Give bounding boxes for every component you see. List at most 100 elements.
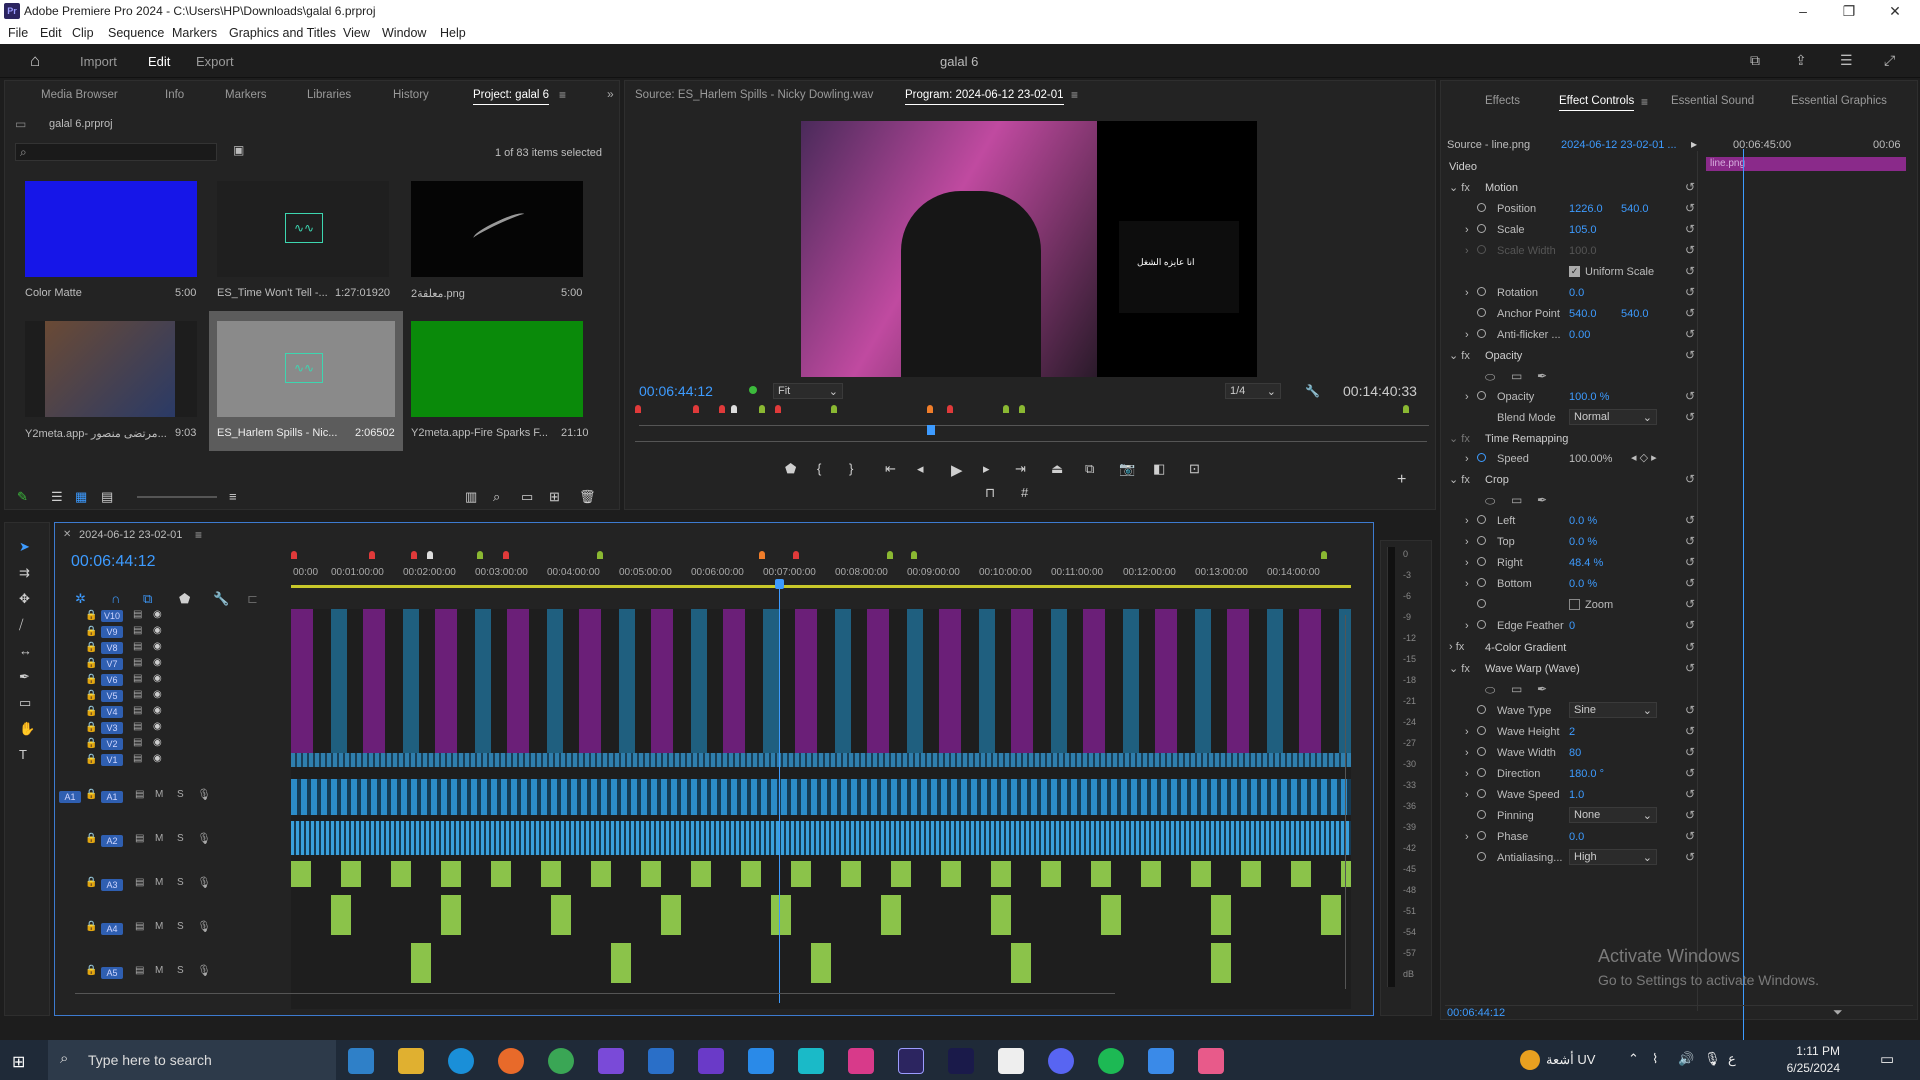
ripple-edit-tool-icon[interactable]: ✥	[19, 591, 30, 607]
video-track-header[interactable]: 🔒 V9 ▤ ◉	[75, 625, 275, 641]
fullscreen-icon[interactable]: ⤢	[1884, 52, 1895, 69]
tab-import[interactable]: Import	[80, 54, 117, 69]
vr-video-icon[interactable]: ⊡	[1189, 461, 1200, 477]
snap-icon[interactable]: ∩	[111, 591, 120, 606]
menu-window[interactable]: Window	[382, 26, 426, 40]
rotation-value[interactable]: 0.0	[1569, 287, 1584, 299]
stopwatch-icon[interactable]	[1477, 852, 1486, 861]
reset-icon[interactable]: ↺	[1685, 264, 1695, 278]
reset-icon[interactable]: ↺	[1685, 327, 1695, 341]
expand-icon[interactable]: ›	[1465, 768, 1469, 780]
playhead-timecode[interactable]: 00:06:44:12	[639, 383, 713, 399]
spotify-icon[interactable]	[1098, 1048, 1124, 1074]
minimize-button[interactable]: –	[1780, 2, 1826, 20]
track-label[interactable]: V7	[101, 658, 123, 670]
reset-icon[interactable]: ↺	[1685, 766, 1695, 780]
program-playhead[interactable]	[927, 425, 935, 435]
source-patch[interactable]: A1	[59, 791, 81, 803]
lock-icon[interactable]: 🔒	[85, 965, 97, 976]
sync-lock-icon[interactable]: ▤	[133, 689, 142, 700]
eye-icon[interactable]: ◉	[153, 609, 162, 620]
lock-icon[interactable]: 🔒	[85, 610, 97, 621]
vscode-icon[interactable]	[748, 1048, 774, 1074]
pen-mask-icon[interactable]: ✒	[1537, 369, 1547, 383]
a4-clips[interactable]	[291, 895, 1351, 935]
program-scrubber[interactable]	[639, 425, 1429, 426]
close-tab-icon[interactable]: ✕	[63, 529, 71, 540]
playhead-handle[interactable]	[775, 579, 784, 589]
sort-icon[interactable]: ≡	[229, 489, 237, 504]
panel-menu-icon[interactable]: ≡	[559, 88, 566, 102]
sync-lock-icon[interactable]: ▤	[133, 737, 142, 748]
stopwatch-icon[interactable]	[1477, 308, 1486, 317]
project-item-thumb[interactable]	[25, 181, 197, 277]
menu-view[interactable]: View	[343, 26, 370, 40]
hand-tool-icon[interactable]: ✋	[19, 721, 35, 737]
track-label[interactable]: A1	[101, 791, 123, 803]
reset-icon[interactable]: ↺	[1685, 222, 1695, 236]
discord-icon[interactable]	[1048, 1048, 1074, 1074]
language-indicator[interactable]: ع	[1728, 1051, 1736, 1067]
mute-icon[interactable]: M	[155, 789, 163, 800]
stopwatch-icon[interactable]	[1477, 203, 1486, 212]
audio-track-header[interactable]: 🔒 A5 ▤ M S 🎙	[55, 953, 275, 995]
reset-icon[interactable]: ↺	[1685, 389, 1695, 403]
project-item-thumb[interactable]	[411, 181, 583, 277]
expand-icon[interactable]: ›	[1465, 287, 1469, 299]
expand-icon[interactable]: ›	[1465, 726, 1469, 738]
effect-controls-timecode[interactable]: 00:06:44:12	[1447, 1007, 1505, 1019]
instagram-icon[interactable]	[848, 1048, 874, 1074]
reset-icon[interactable]: ↺	[1685, 808, 1695, 822]
rectangle-tool-icon[interactable]: ▭	[19, 695, 31, 711]
new-search-bin-icon[interactable]: ▣	[233, 143, 244, 157]
lock-icon[interactable]: 🔒	[85, 674, 97, 685]
lock-icon[interactable]: 🔒	[85, 754, 97, 765]
menu-markers[interactable]: Markers	[172, 26, 217, 40]
reset-icon[interactable]: ↺	[1685, 745, 1695, 759]
stopwatch-icon[interactable]	[1477, 620, 1486, 629]
track-label[interactable]: V9	[101, 626, 123, 638]
mark-out-icon[interactable]: }	[849, 461, 853, 476]
quick-export-icon[interactable]: ⧉	[1750, 52, 1760, 69]
reset-icon[interactable]: ↺	[1685, 472, 1695, 486]
position-x-value[interactable]: 1226.0	[1569, 203, 1603, 215]
wave-warp-section[interactable]: Wave Warp (Wave)	[1485, 663, 1580, 675]
crop-bottom-value[interactable]: 0.0 %	[1569, 578, 1597, 590]
freeform-view-icon[interactable]: ▤	[101, 489, 113, 505]
video-clips[interactable]	[291, 609, 1351, 767]
a5-clips[interactable]	[291, 943, 1351, 983]
new-item-icon[interactable]: ⊞	[549, 489, 560, 505]
reset-icon[interactable]: ↺	[1685, 410, 1695, 424]
tab-media-browser[interactable]: Media Browser	[41, 89, 118, 101]
sync-lock-icon[interactable]: ▤	[135, 965, 144, 976]
stopwatch-icon[interactable]	[1477, 726, 1486, 735]
stopwatch-icon[interactable]	[1477, 831, 1486, 840]
phase-value[interactable]: 0.0	[1569, 831, 1584, 843]
opacity-value[interactable]: 100.0 %	[1569, 391, 1609, 403]
video-track-header[interactable]: 🔒 V6 ▤ ◉	[75, 673, 275, 689]
play-clip-icon[interactable]: ▸	[1691, 137, 1697, 151]
opacity-section[interactable]: Opacity	[1485, 350, 1522, 362]
step-forward-icon[interactable]: ▸	[983, 461, 990, 477]
time-ruler[interactable]: 00:00 00:01:00:00 00:02:00:00 00:03:00:0…	[291, 567, 1351, 583]
solo-icon[interactable]: S	[177, 833, 184, 844]
pen-mask-icon[interactable]: ✒	[1537, 682, 1547, 696]
expand-icon[interactable]: ›	[1465, 391, 1469, 403]
reset-icon[interactable]: ↺	[1685, 850, 1695, 864]
crop-right-value[interactable]: 48.4 %	[1569, 557, 1603, 569]
solo-icon[interactable]: S	[177, 921, 184, 932]
lock-icon[interactable]: 🔒	[85, 877, 97, 888]
tray-chevron-icon[interactable]: ⌃	[1628, 1051, 1639, 1067]
firefox-icon[interactable]	[498, 1048, 524, 1074]
lock-icon[interactable]: 🔒	[85, 706, 97, 717]
track-label[interactable]: A4	[101, 923, 123, 935]
time-remapping-section[interactable]: Time Remapping	[1485, 433, 1568, 445]
voice-over-mic-icon[interactable]: 🎙	[197, 832, 211, 845]
stopwatch-icon[interactable]	[1477, 768, 1486, 777]
solo-icon[interactable]: S	[177, 789, 184, 800]
motion-label[interactable]: Motion	[1485, 182, 1518, 194]
timeline-timecode[interactable]: 00:06:44:12	[71, 553, 156, 571]
tab-effects[interactable]: Effects	[1485, 95, 1520, 107]
voice-over-mic-icon[interactable]: 🎙	[197, 788, 211, 801]
expand-icon[interactable]: ›	[1465, 831, 1469, 843]
